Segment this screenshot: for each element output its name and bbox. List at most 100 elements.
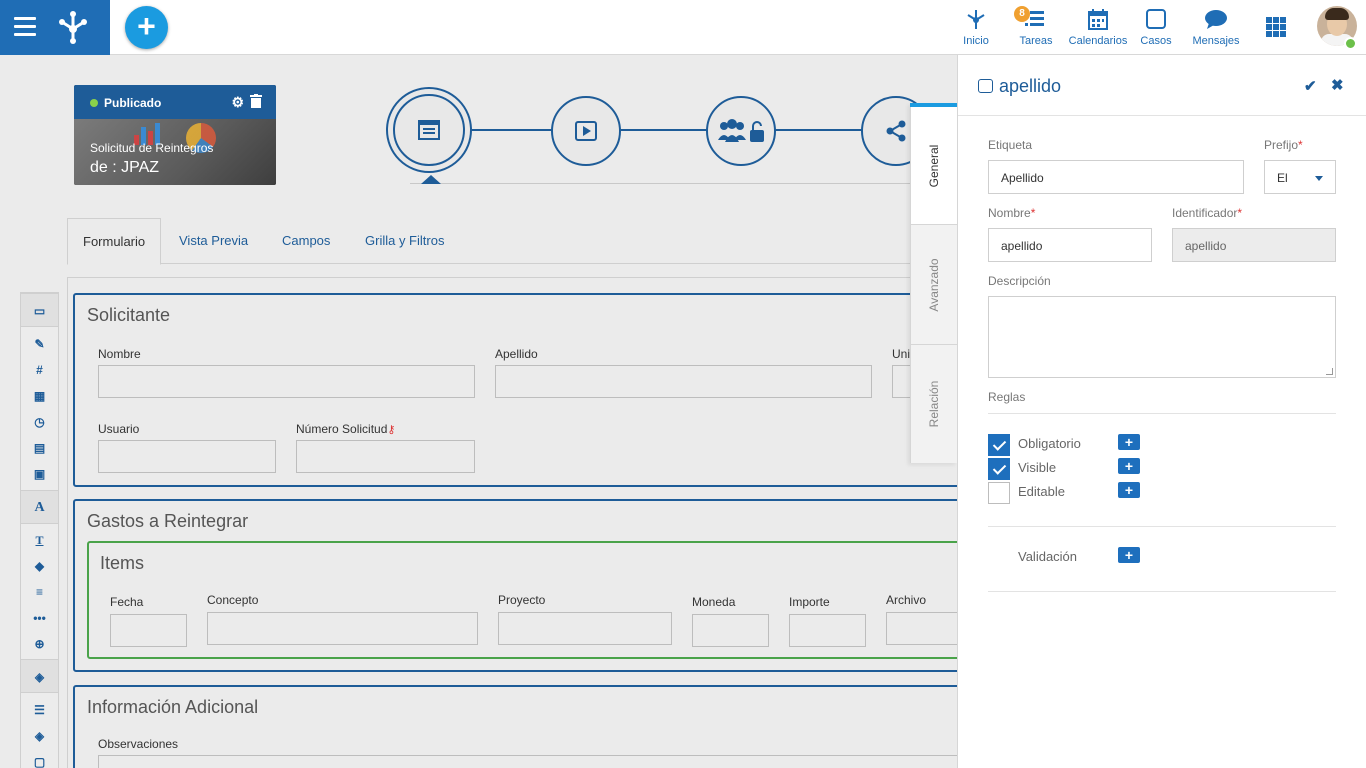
side-tab-label: Relación: [927, 380, 941, 428]
menu-icon[interactable]: [14, 17, 36, 37]
text-t-icon[interactable]: T: [21, 529, 58, 551]
properties-side-tabs: General Avanzado Relación: [910, 103, 958, 463]
add-obligatorio-button[interactable]: +: [1118, 434, 1140, 450]
reglas-label: Reglas: [988, 390, 1026, 404]
list-icon[interactable]: ☰: [21, 699, 58, 721]
step-preview[interactable]: [551, 96, 621, 166]
messages-icon: [1191, 6, 1241, 32]
column-importe[interactable]: [789, 614, 866, 647]
side-tab-avanzado[interactable]: Avanzado: [911, 225, 957, 345]
apps-grid-icon[interactable]: [1266, 17, 1286, 37]
clock-icon[interactable]: ◷: [21, 411, 58, 433]
add-button[interactable]: +: [125, 6, 168, 49]
field-usuario[interactable]: [98, 440, 276, 473]
column-concepto[interactable]: [207, 612, 478, 645]
side-tab-relacion[interactable]: Relación: [911, 345, 957, 463]
prefijo-value: El: [1277, 171, 1288, 185]
add-visible-button[interactable]: +: [1118, 458, 1140, 474]
form-card-title: Solicitud de Reintegros: [90, 141, 214, 155]
column-label: Concepto: [207, 593, 259, 607]
column-proyecto[interactable]: [498, 612, 672, 645]
cube-small-icon[interactable]: ◈: [21, 725, 58, 747]
nav-casos[interactable]: Casos: [1138, 6, 1174, 47]
divider: [988, 591, 1336, 592]
trash-icon[interactable]: [250, 94, 262, 111]
nombre-label-text: Nombre: [988, 206, 1031, 220]
descripcion-textarea[interactable]: [988, 296, 1336, 378]
field-numero-solicitud[interactable]: [296, 440, 475, 473]
field-label: Nombre: [98, 347, 141, 361]
nav-tareas-label: Tareas: [1019, 35, 1053, 47]
nav-inicio-label: Inicio: [963, 35, 989, 47]
add-validacion-button[interactable]: +: [1118, 547, 1140, 563]
column-fecha[interactable]: [110, 614, 187, 647]
field-observaciones[interactable]: [98, 755, 957, 768]
section-title: Información Adicional: [87, 697, 259, 717]
hash-icon[interactable]: #: [21, 359, 58, 381]
step-permissions[interactable]: [706, 96, 776, 166]
visible-checkbox[interactable]: [988, 458, 1010, 480]
nav-calendarios[interactable]: Calendarios: [1067, 6, 1129, 47]
column-label: Proyecto: [498, 593, 546, 607]
tab-campos[interactable]: Campos: [267, 218, 345, 264]
form-card-header: Publicado ⚙: [74, 85, 276, 119]
column-label: Moneda: [692, 595, 736, 609]
checkbox-field-icon: [978, 79, 993, 93]
share-icon: [886, 120, 906, 142]
etiqueta-input[interactable]: Apellido: [988, 160, 1244, 194]
column-moneda[interactable]: [692, 614, 769, 647]
gear-icon[interactable]: ⚙: [231, 94, 244, 111]
dots-icon[interactable]: •••: [21, 607, 58, 629]
step-form[interactable]: [386, 87, 472, 173]
file-icon[interactable]: ▤: [21, 437, 58, 459]
section-gastos[interactable]: Gastos a Reintegrar Items Fecha Concepto…: [73, 499, 957, 672]
section-title: Solicitante: [87, 305, 171, 325]
obligatorio-checkbox[interactable]: [988, 434, 1010, 456]
tab-vista-previa[interactable]: Vista Previa: [164, 218, 263, 264]
divider: [958, 115, 1366, 116]
nav-inicio[interactable]: Inicio: [958, 6, 994, 47]
tab-grilla-filtros[interactable]: Grilla y Filtros: [350, 218, 459, 264]
calendar-field-icon[interactable]: ▦: [21, 385, 58, 407]
laptop-icon[interactable]: ▭: [21, 293, 58, 327]
field-apellido[interactable]: [495, 365, 872, 398]
field-label: Observaciones: [98, 737, 179, 751]
obligatorio-label: Obligatorio: [1018, 436, 1081, 451]
nombre-input[interactable]: apellido: [988, 228, 1152, 262]
form-card[interactable]: Publicado ⚙ Solicitud de Reintegros de :…: [74, 85, 276, 185]
section-solicitante[interactable]: Solicitante Nombre Apellido Uni Usuario …: [73, 293, 957, 487]
form-editor-area: Publicado ⚙ Solicitud de Reintegros de :…: [0, 55, 957, 768]
tools-palette: ▭ ✎ # ▦ ◷ ▤ ▣ A T ◆ ≡ ••• ⊕ ◈ ☰ ◈ ▢: [20, 292, 59, 768]
nav-tareas[interactable]: 8 Tareas: [1014, 6, 1054, 47]
image-icon[interactable]: ▣: [21, 463, 58, 485]
field-nombre[interactable]: [98, 365, 475, 398]
nav-mensajes[interactable]: Mensajes: [1191, 6, 1241, 47]
active-step-pointer: [421, 175, 441, 184]
tab-formulario[interactable]: Formulario: [67, 218, 162, 265]
editable-checkbox[interactable]: [988, 482, 1010, 504]
prefijo-select[interactable]: El: [1264, 160, 1336, 194]
align-icon[interactable]: ≡: [21, 581, 58, 603]
side-tab-general[interactable]: General: [911, 107, 957, 225]
field-label-numero: Número Solicitud⚷: [296, 422, 395, 436]
resize-handle-icon[interactable]: [1326, 368, 1333, 375]
add-circle-icon[interactable]: ⊕: [21, 633, 58, 655]
properties-panel: apellido ✔ ✖ Etiqueta Apellido Prefijo* …: [957, 55, 1366, 768]
add-editable-button[interactable]: +: [1118, 482, 1140, 498]
nombre-label: Nombre*: [988, 206, 1035, 220]
deyel-logo-icon[interactable]: [56, 10, 90, 44]
tags-icon[interactable]: ◆: [21, 555, 58, 577]
edit-icon[interactable]: ✎: [21, 333, 58, 355]
panel-title-text: apellido: [999, 76, 1062, 96]
cube-icon[interactable]: ◈: [21, 659, 58, 693]
identificador-label-text: Identificador: [1172, 206, 1238, 220]
close-icon[interactable]: ✖: [1331, 76, 1344, 94]
column-archivo[interactable]: [886, 612, 957, 645]
confirm-icon[interactable]: ✔: [1304, 77, 1317, 95]
users-lock-icon: [718, 119, 764, 142]
grid-items[interactable]: Items Fecha Concepto Proyecto Moneda Imp…: [87, 541, 957, 659]
frame-icon[interactable]: ▢: [21, 751, 58, 768]
section-informacion-adicional[interactable]: Información Adicional Observaciones: [73, 685, 957, 768]
steps-baseline: [410, 183, 940, 184]
text-a-icon[interactable]: A: [21, 490, 58, 524]
